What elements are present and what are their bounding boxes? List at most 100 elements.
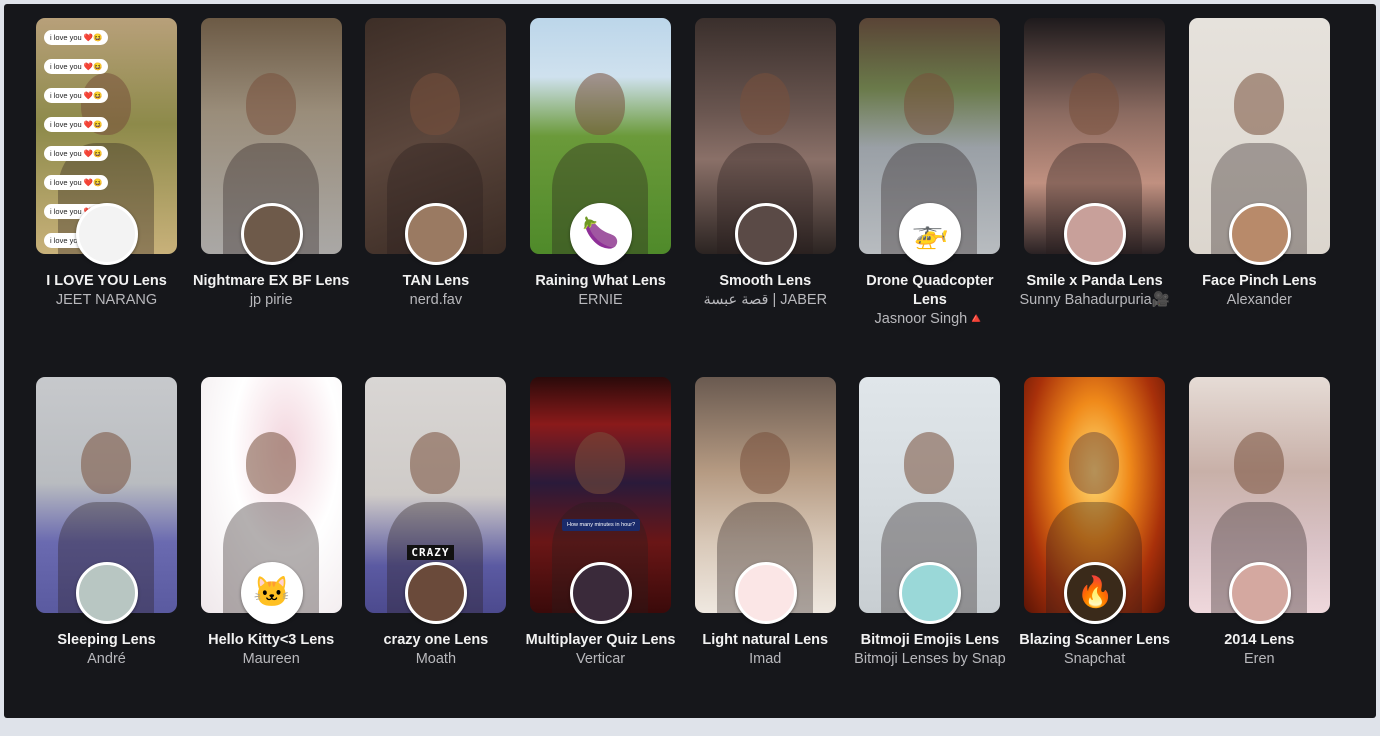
- lens-title[interactable]: Nightmare EX BF Lens jp pirie: [189, 272, 354, 310]
- lens-icon[interactable]: [1228, 203, 1291, 265]
- lens-name: I LOVE YOU Lens: [46, 273, 167, 289]
- chat-bubble: i love you ❤️😆: [44, 175, 109, 190]
- lens-name: crazy one Lens: [383, 632, 489, 648]
- lens-creator[interactable]: Alexander: [1177, 291, 1342, 310]
- lens-creator[interactable]: Jasnoor Singh🔺: [847, 310, 1012, 329]
- lens-name: Light natural Lens: [702, 632, 829, 648]
- preview-figure-head: [245, 432, 296, 494]
- lens-title[interactable]: Smooth Lens قصة عبسة | JABER: [683, 272, 848, 310]
- lens-icon[interactable]: [734, 203, 797, 265]
- lens-title[interactable]: Raining What Lens ERNIE: [518, 272, 683, 310]
- lens-title[interactable]: Light natural Lens Imad: [683, 631, 848, 669]
- lens-card[interactable]: Nightmare EX BF Lens jp pirie: [193, 18, 349, 377]
- lens-name: TAN Lens: [402, 273, 470, 289]
- lens-card[interactable]: 🔥 Blazing Scanner Lens Snapchat: [1019, 377, 1170, 736]
- lens-title[interactable]: Face Pinch Lens Alexander: [1177, 272, 1342, 310]
- lens-title[interactable]: crazy one Lens Moath: [353, 631, 518, 669]
- lens-icon[interactable]: 🚁: [899, 203, 962, 265]
- lens-creator[interactable]: Snapchat: [1012, 650, 1177, 669]
- quiz-question: How many minutes in hour?: [562, 519, 641, 531]
- lens-creator[interactable]: قصة عبسة | JABER: [683, 291, 848, 310]
- lens-title[interactable]: Drone Quadcopter Lens Jasnoor Singh🔺: [847, 272, 1012, 329]
- preview-figure-head: [739, 432, 790, 494]
- lens-creator[interactable]: ERNIE: [518, 291, 683, 310]
- lens-card[interactable]: Smooth Lens قصة عبسة | JABER: [694, 18, 836, 377]
- lens-creator[interactable]: Sunny Bahadurpuria🎥: [1012, 291, 1177, 310]
- lens-creator[interactable]: Moath: [353, 650, 518, 669]
- lens-icon[interactable]: [1064, 203, 1127, 265]
- lens-icon[interactable]: [734, 562, 797, 624]
- lens-name: 2014 Lens: [1224, 632, 1295, 648]
- chat-bubble: i love you ❤️😆: [44, 59, 109, 74]
- lens-card[interactable]: CRAZY crazy one Lens Moath: [365, 377, 507, 736]
- preview-figure-head: [245, 73, 296, 135]
- lens-name: Blazing Scanner Lens: [1019, 632, 1170, 648]
- preview-figure-head: [575, 432, 626, 494]
- lens-title[interactable]: I LOVE YOU Lens JEET NARANG: [24, 272, 189, 310]
- lens-icon[interactable]: [899, 562, 962, 624]
- preview-figure-head: [904, 432, 955, 494]
- lens-title[interactable]: Bitmoji Emojis Lens Bitmoji Lenses by Sna…: [847, 631, 1012, 669]
- preview-figure-head: [1233, 73, 1284, 135]
- lens-icon[interactable]: [1228, 562, 1291, 624]
- lens-card[interactable]: i love you ❤️😆 i love you ❤️😆 i love you ❤…: [36, 18, 177, 377]
- lens-creator[interactable]: Bitmoji Lenses by Snap: [847, 650, 1012, 669]
- lens-title[interactable]: Multiplayer Quiz Lens Verticar: [518, 631, 683, 669]
- preview-figure-head: [1069, 432, 1120, 494]
- lens-name: Smile x Panda Lens: [1026, 273, 1163, 289]
- lens-name: Smooth Lens: [719, 273, 812, 289]
- lens-creator[interactable]: Imad: [683, 650, 848, 669]
- chat-bubble: i love you ❤️😆: [44, 117, 109, 132]
- chat-bubble: i love you ❤️😆: [44, 30, 109, 45]
- lens-card[interactable]: 🐱 Hello Kitty<3 Lens Maureen: [200, 377, 342, 736]
- preview-figure-head: [410, 73, 461, 135]
- lens-name: Sleeping Lens: [57, 632, 156, 648]
- lens-creator[interactable]: JEET NARANG: [24, 291, 189, 310]
- chat-bubble: i love you ❤️😆: [44, 88, 109, 103]
- lens-card[interactable]: Face Pinch Lens Alexander: [1188, 18, 1330, 377]
- lens-creator[interactable]: André: [24, 650, 189, 669]
- lens-card[interactable]: 🚁 Drone Quadcopter Lens Jasnoor Singh🔺: [859, 18, 1001, 377]
- preview-figure-head: [739, 73, 790, 135]
- lens-grid: i love you ❤️😆 i love you ❤️😆 i love you ❤…: [36, 18, 1330, 736]
- lens-title[interactable]: 2014 Lens Eren: [1177, 631, 1342, 669]
- lens-title[interactable]: Blazing Scanner Lens Snapchat: [1012, 631, 1177, 669]
- lens-creator[interactable]: Maureen: [189, 650, 354, 669]
- lens-title[interactable]: Smile x Panda Lens Sunny Bahadurpuria🎥: [1012, 272, 1177, 310]
- lens-title[interactable]: Sleeping Lens André: [24, 631, 189, 669]
- lens-icon[interactable]: [405, 562, 468, 624]
- lens-icon[interactable]: [570, 562, 633, 624]
- lens-card[interactable]: Bitmoji Emojis Lens Bitmoji Lenses by Sna…: [854, 377, 1006, 736]
- preview-figure-head: [1069, 73, 1120, 135]
- lens-icon[interactable]: 🍆: [570, 203, 633, 265]
- lens-icon[interactable]: [405, 203, 468, 265]
- lens-title[interactable]: Hello Kitty<3 Lens Maureen: [189, 631, 354, 669]
- lens-card[interactable]: TAN Lens nerd.fav: [365, 18, 507, 377]
- chat-bubble: i love you ❤️😆: [44, 146, 109, 161]
- lens-icon[interactable]: 🐱: [240, 562, 303, 624]
- lens-name: Hello Kitty<3 Lens: [208, 632, 335, 648]
- lens-name: Raining What Lens: [535, 273, 666, 289]
- lens-card[interactable]: 2014 Lens Eren: [1188, 377, 1330, 736]
- lens-gallery: i love you ❤️😆 i love you ❤️😆 i love you ❤…: [4, 4, 1376, 718]
- preview-figure-head: [81, 432, 131, 494]
- lens-card[interactable]: Smile x Panda Lens Sunny Bahadurpuria🎥: [1019, 18, 1170, 377]
- lens-icon[interactable]: [76, 562, 138, 624]
- lens-icon[interactable]: [76, 203, 138, 265]
- lens-card[interactable]: Light natural Lens Imad: [694, 377, 836, 736]
- preview-figure-head: [1233, 432, 1284, 494]
- lens-card[interactable]: Sleeping Lens André: [36, 377, 177, 736]
- lens-name: Face Pinch Lens: [1202, 273, 1317, 289]
- lens-creator[interactable]: jp pirie: [189, 291, 354, 310]
- lens-card[interactable]: How many minutes in hour? Multiplayer Qui…: [526, 377, 675, 736]
- lens-icon[interactable]: [240, 203, 303, 265]
- lens-card[interactable]: 🍆 Raining What Lens ERNIE: [530, 18, 672, 377]
- lens-name: Bitmoji Emojis Lens: [860, 632, 1000, 648]
- lens-title[interactable]: TAN Lens nerd.fav: [353, 272, 518, 310]
- lens-name: Nightmare EX BF Lens: [193, 273, 350, 289]
- lens-creator[interactable]: nerd.fav: [353, 291, 518, 310]
- lens-creator[interactable]: Verticar: [518, 650, 683, 669]
- lens-name: Drone Quadcopter Lens: [866, 273, 994, 308]
- lens-creator[interactable]: Eren: [1177, 650, 1342, 669]
- lens-icon[interactable]: 🔥: [1064, 562, 1127, 624]
